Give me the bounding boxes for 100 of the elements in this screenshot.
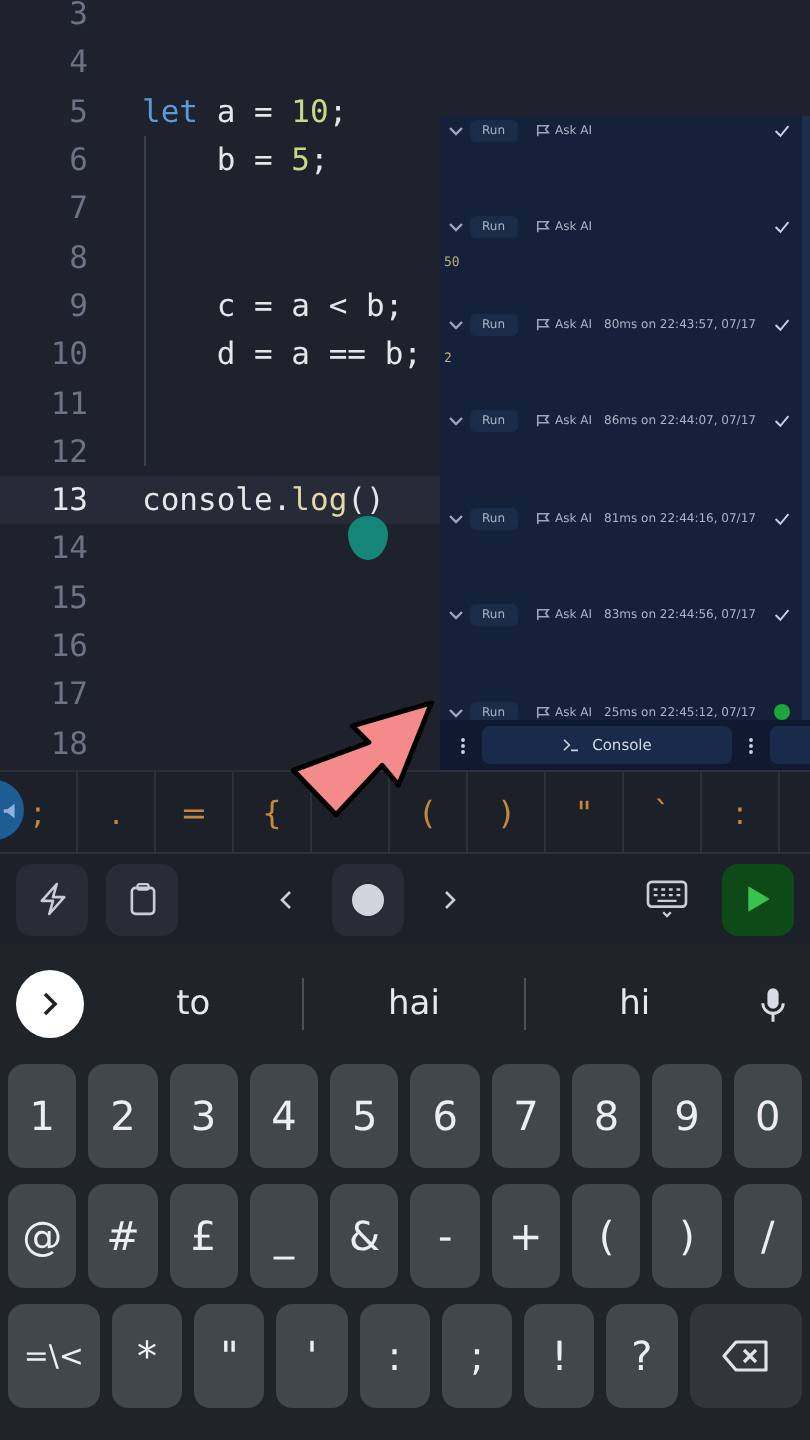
line-number: 9	[67, 287, 88, 324]
line-number: 17	[48, 676, 88, 713]
line-number: 14	[48, 530, 88, 567]
keyboard-key[interactable]: *	[111, 1304, 183, 1408]
chevron-icon[interactable]	[448, 513, 464, 523]
more-icon[interactable]	[748, 735, 754, 755]
keyboard-key[interactable]: £	[169, 1184, 238, 1288]
symbol-key[interactable]: :	[728, 789, 752, 835]
chevron-icon[interactable]	[448, 319, 464, 329]
code-line: d = a == b;	[214, 336, 422, 373]
suggestion[interactable]: hi	[525, 982, 744, 1026]
keyboard-key[interactable]: +	[491, 1184, 561, 1288]
chevron-icon[interactable]	[448, 610, 464, 620]
line-number: 16	[48, 628, 88, 664]
chevron-icon[interactable]	[448, 416, 464, 426]
play-icon	[745, 884, 771, 914]
suggestion[interactable]: to	[84, 982, 303, 1026]
keyboard-icon[interactable]	[646, 880, 688, 918]
keyboard-key[interactable]: &	[330, 1184, 399, 1288]
chevron-icon[interactable]	[448, 222, 464, 232]
symbol-key[interactable]: )	[493, 789, 519, 835]
flag-icon	[535, 414, 550, 428]
keyboard-key[interactable]: :	[359, 1304, 430, 1408]
more-icon[interactable]	[460, 735, 466, 755]
check-icon	[774, 414, 790, 428]
speaker-icon	[2, 801, 20, 819]
flag-icon	[535, 511, 550, 525]
keyboard-key[interactable]: 2	[88, 1064, 158, 1168]
check-icon	[774, 317, 790, 331]
keyboard-key[interactable]: '	[276, 1304, 348, 1408]
chevron-icon[interactable]	[448, 125, 464, 135]
symbol-key[interactable]: =	[174, 789, 214, 835]
symbol-key[interactable]: "	[570, 789, 598, 835]
line-number: 11	[48, 385, 88, 422]
status-dot	[774, 704, 790, 720]
keyboard-key[interactable]: #	[88, 1184, 158, 1288]
symbol-key[interactable]: .	[104, 789, 128, 835]
keyboard-key[interactable]: 3	[169, 1064, 238, 1168]
keyboard-key[interactable]: /	[733, 1184, 802, 1288]
keyboard-key[interactable]: (	[572, 1184, 641, 1288]
line-number: 18	[48, 725, 88, 762]
line-number: 4	[67, 44, 88, 81]
keyboard-key[interactable]: 6	[410, 1064, 480, 1168]
keyboard-key[interactable]: -	[410, 1184, 480, 1288]
backspace-key[interactable]	[689, 1304, 802, 1408]
flag-icon	[535, 705, 550, 719]
keyboard-key[interactable]: 7	[491, 1064, 561, 1168]
run-button[interactable]	[722, 863, 794, 935]
line-number: 5	[67, 93, 88, 130]
flag-icon	[535, 608, 550, 622]
keyboard-key[interactable]: 4	[249, 1064, 319, 1168]
code-line: c = a < b;	[214, 287, 404, 324]
symbol-key[interactable]: ;	[26, 789, 50, 835]
keyboard-key[interactable]: @	[8, 1184, 77, 1288]
line-number: 8	[67, 239, 88, 276]
chevron-icon[interactable]	[448, 707, 464, 717]
keyboard-key[interactable]: !	[524, 1304, 595, 1408]
keyboard-key[interactable]: =\<	[8, 1304, 100, 1408]
line-number: 12	[48, 433, 88, 470]
line-number: 15	[48, 579, 88, 616]
cursor-handle[interactable]	[348, 516, 388, 560]
flag-icon	[535, 220, 550, 234]
keyboard-key[interactable]: 1	[8, 1064, 77, 1168]
line-number: 13	[48, 482, 88, 519]
microphone-icon[interactable]	[759, 985, 786, 1023]
code-line: console.log()	[142, 482, 385, 519]
cursor-button[interactable]	[332, 863, 404, 935]
keyboard-key[interactable]: 8	[572, 1064, 641, 1168]
clipboard-icon	[129, 882, 155, 916]
check-icon	[774, 123, 790, 137]
line-number: 10	[48, 336, 88, 373]
keyboard-key[interactable]: 5	[330, 1064, 399, 1168]
symbol-key[interactable]: {	[255, 789, 289, 835]
symbol-key[interactable]: `	[648, 789, 676, 835]
check-icon	[774, 608, 790, 622]
check-icon	[774, 220, 790, 234]
flag-icon	[535, 317, 550, 331]
lightning-button[interactable]	[16, 863, 88, 935]
clipboard-button[interactable]	[106, 863, 178, 935]
keyboard-key[interactable]: )	[652, 1184, 722, 1288]
backspace-icon	[721, 1340, 770, 1372]
symbol-key[interactable]: (	[415, 789, 441, 835]
chevron-icon	[42, 992, 58, 1016]
suggestion[interactable]: hai	[304, 982, 524, 1026]
code-line: b = 5;	[214, 142, 329, 179]
line-number: 7	[67, 190, 88, 227]
line-number: 6	[67, 142, 88, 179]
check-icon	[774, 511, 790, 525]
keyboard-key[interactable]: _	[249, 1184, 319, 1288]
code-line: let a = 10;	[142, 93, 348, 130]
terminal-icon	[562, 738, 581, 752]
line-number: 3	[67, 0, 88, 33]
keyboard-key[interactable]: ;	[441, 1304, 513, 1408]
keyboard-key[interactable]: 0	[733, 1064, 802, 1168]
expand-button[interactable]	[16, 970, 84, 1038]
keyboard-key[interactable]: 9	[652, 1064, 722, 1168]
keyboard-key[interactable]: "	[194, 1304, 265, 1408]
flag-icon	[535, 123, 550, 137]
lightning-icon	[37, 882, 67, 916]
keyboard-key[interactable]: ?	[606, 1304, 678, 1408]
